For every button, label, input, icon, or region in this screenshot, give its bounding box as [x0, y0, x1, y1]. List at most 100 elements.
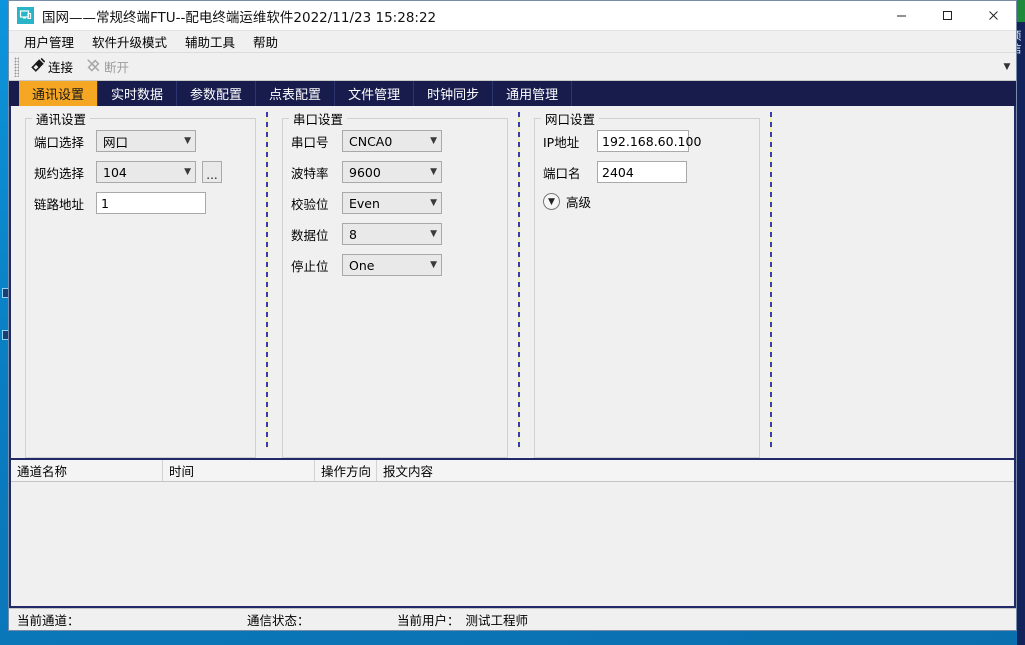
parity-row: 校验位 Even ▼	[291, 192, 499, 214]
title-bar: 国网——常规终端FTU--配电终端运维软件2022/11/23 15:28:22	[9, 1, 1016, 31]
tool-bar: 连接 断开 ▼	[9, 53, 1016, 81]
protocol-browse-button[interactable]: ...	[202, 161, 222, 183]
link-address-input[interactable]: 1	[96, 192, 206, 214]
port-name-label: 端口名	[543, 165, 581, 181]
status-communication-state: 通信状态：	[247, 613, 310, 628]
network-settings-column: 网口设置 IP地址 192.168.60.100 端口名 2404 ▼ 高级	[520, 109, 770, 458]
communication-settings-column: 通讯设置 端口选择 网口 ▼ 规约选择 104 ▼ ... 链路地址 1	[11, 109, 266, 458]
tab-communication-settings[interactable]: 通讯设置	[19, 81, 99, 106]
broken-link-icon	[85, 57, 102, 77]
protocol-row: 规约选择 104 ▼ ...	[34, 161, 247, 183]
baud-rate-row: 波特率 9600 ▼	[291, 161, 499, 183]
communication-settings-title: 通讯设置	[32, 109, 91, 128]
disconnect-button[interactable]: 断开	[79, 55, 135, 79]
menu-item-auxiliary-tools[interactable]: 辅助工具	[176, 30, 244, 53]
com-port-label: 串口号	[291, 134, 329, 150]
disconnect-label: 断开	[104, 60, 130, 75]
status-current-user-label: 当前用户：	[397, 613, 460, 628]
menu-item-software-upgrade-mode[interactable]: 软件升级模式	[83, 30, 176, 53]
message-log-panel: 通道名称 时间 操作方向 报文内容	[9, 460, 1016, 608]
network-settings-title: 网口设置	[541, 109, 600, 128]
data-bits-select[interactable]: 8 ▼	[342, 223, 442, 245]
menu-bar: 用户管理 软件升级模式 辅助工具 帮助	[9, 31, 1016, 53]
baud-rate-value: 9600	[349, 164, 381, 180]
connect-button[interactable]: 连接	[23, 55, 79, 79]
log-column-time[interactable]: 时间	[163, 460, 315, 481]
port-name-input[interactable]: 2404	[597, 161, 687, 183]
chevron-down-icon: ▼	[430, 198, 437, 208]
tab-clock-sync[interactable]: 时钟同步	[414, 81, 494, 106]
chevron-down-icon: ▼	[430, 167, 437, 177]
port-type-row: 端口选择 网口 ▼	[34, 130, 247, 152]
main-content-panel: 通讯设置 端口选择 网口 ▼ 规约选择 104 ▼ ... 链路地址 1 串口设…	[9, 106, 1016, 460]
protocol-label: 规约选择	[34, 165, 85, 181]
status-current-channel: 当前通道：	[17, 613, 80, 628]
serial-settings-column: 串口设置 串口号 CNCA0 ▼ 波特率 9600 ▼ 校验位 Even ▼ 数…	[268, 109, 518, 458]
link-icon	[29, 57, 46, 77]
ip-address-row: IP地址 192.168.60.100	[543, 130, 751, 152]
status-bar: 当前通道： 通信状态： 当前用户： 测试工程师	[9, 608, 1016, 630]
tab-parameter-config[interactable]: 参数配置	[177, 81, 257, 106]
tab-file-management[interactable]: 文件管理	[335, 81, 415, 106]
tab-bar: 通讯设置 实时数据 参数配置 点表配置 文件管理 时钟同步 通用管理	[9, 81, 1016, 106]
stop-bits-value: One	[349, 257, 375, 273]
parity-select[interactable]: Even ▼	[342, 192, 442, 214]
chevron-down-icon: ▼	[430, 260, 437, 270]
application-window: 国网——常规终端FTU--配电终端运维软件2022/11/23 15:28:22…	[8, 0, 1017, 631]
chevron-down-icon: ▼	[184, 167, 191, 177]
column-separator	[770, 112, 772, 448]
baud-rate-label: 波特率	[291, 165, 329, 181]
connect-label: 连接	[48, 60, 74, 75]
status-current-user-value: 测试工程师	[465, 613, 529, 628]
stop-bits-label: 停止位	[291, 258, 329, 274]
com-port-row: 串口号 CNCA0 ▼	[291, 130, 499, 152]
port-type-label: 端口选择	[34, 134, 85, 150]
advanced-expander[interactable]: ▼ 高级	[543, 192, 751, 211]
close-button[interactable]	[970, 1, 1016, 31]
port-name-row: 端口名 2404	[543, 161, 751, 183]
minimize-button[interactable]	[878, 1, 924, 31]
taskbar-green-indicator	[1017, 0, 1025, 22]
ip-address-input[interactable]: 192.168.60.100	[597, 130, 701, 152]
protocol-select[interactable]: 104 ▼	[96, 161, 196, 183]
toolbar-overflow-chevron-down-icon[interactable]: ▼	[1000, 57, 1014, 77]
log-table-header: 通道名称 时间 操作方向 报文内容	[11, 460, 1014, 482]
log-column-message-content[interactable]: 报文内容	[377, 460, 1014, 481]
tab-point-table-config[interactable]: 点表配置	[256, 81, 336, 106]
log-column-channel-name[interactable]: 通道名称	[11, 460, 163, 481]
serial-settings-group: 串口设置 串口号 CNCA0 ▼ 波特率 9600 ▼ 校验位 Even ▼ 数…	[282, 109, 508, 458]
stop-bits-row: 停止位 One ▼	[291, 254, 499, 276]
baud-rate-select[interactable]: 9600 ▼	[342, 161, 442, 183]
window-controls	[878, 1, 1016, 31]
com-port-value: CNCA0	[349, 133, 393, 149]
port-type-value: 网口	[103, 134, 129, 150]
communication-settings-group: 通讯设置 端口选择 网口 ▼ 规约选择 104 ▼ ... 链路地址 1	[25, 109, 256, 458]
port-type-select[interactable]: 网口 ▼	[96, 130, 196, 152]
network-settings-group: 网口设置 IP地址 192.168.60.100 端口名 2404 ▼ 高级	[534, 109, 760, 458]
data-bits-value: 8	[349, 226, 357, 242]
app-monitor-icon	[17, 7, 34, 24]
tab-general-management[interactable]: 通用管理	[493, 81, 573, 106]
menu-item-user-management[interactable]: 用户管理	[15, 30, 83, 53]
menu-item-help[interactable]: 帮助	[244, 30, 287, 53]
advanced-label: 高级	[566, 195, 592, 210]
stop-bits-select[interactable]: One ▼	[342, 254, 442, 276]
toolbar-drag-handle[interactable]	[14, 56, 19, 77]
chevron-down-circle-icon: ▼	[543, 193, 560, 210]
com-port-select[interactable]: CNCA0 ▼	[342, 130, 442, 152]
ip-address-label: IP地址	[543, 134, 580, 150]
window-title: 国网——常规终端FTU--配电终端运维软件2022/11/23 15:28:22	[42, 9, 437, 26]
log-table-body[interactable]	[11, 482, 1014, 606]
parity-value: Even	[349, 195, 380, 211]
right-panel-strip	[1017, 22, 1025, 645]
data-bits-label: 数据位	[291, 227, 329, 243]
maximize-button[interactable]	[924, 1, 970, 31]
chevron-down-icon: ▼	[430, 229, 437, 239]
serial-settings-title: 串口设置	[289, 109, 348, 128]
tab-realtime-data[interactable]: 实时数据	[98, 81, 178, 106]
data-bits-row: 数据位 8 ▼	[291, 223, 499, 245]
chevron-down-icon: ▼	[430, 136, 437, 146]
log-column-direction[interactable]: 操作方向	[315, 460, 377, 481]
link-address-label: 链路地址	[34, 196, 85, 212]
chevron-down-icon: ▼	[184, 136, 191, 146]
